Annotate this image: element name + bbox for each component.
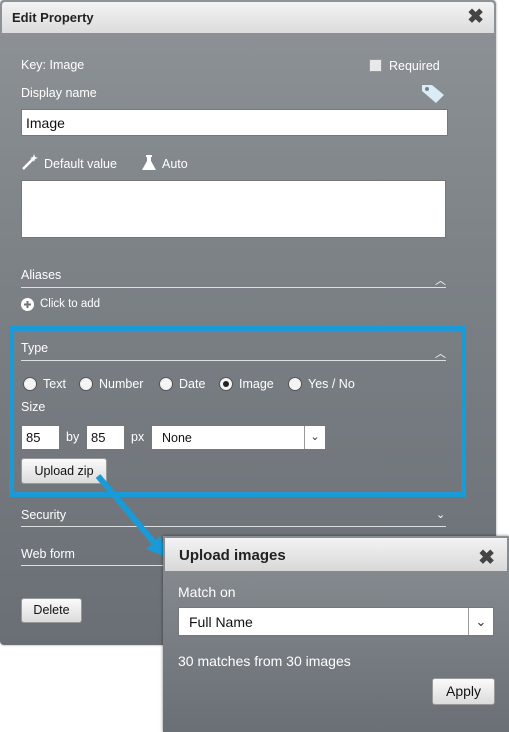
match-on-value: Full Name	[189, 614, 253, 630]
match-status: 30 matches from 30 images	[178, 653, 351, 669]
apply-button[interactable]: Apply	[432, 678, 495, 705]
chevron-down-icon[interactable]: ⌄	[468, 608, 493, 635]
match-on-label: Match on	[178, 584, 236, 600]
popup-header: Upload images ✖	[165, 538, 507, 571]
close-icon[interactable]: ✖	[478, 545, 495, 570]
popup-title: Upload images	[179, 547, 286, 564]
upload-images-dialog: Upload images ✖ Match on Full Name ⌄ 30 …	[163, 536, 509, 732]
match-on-select[interactable]: Full Name ⌄	[178, 607, 494, 636]
